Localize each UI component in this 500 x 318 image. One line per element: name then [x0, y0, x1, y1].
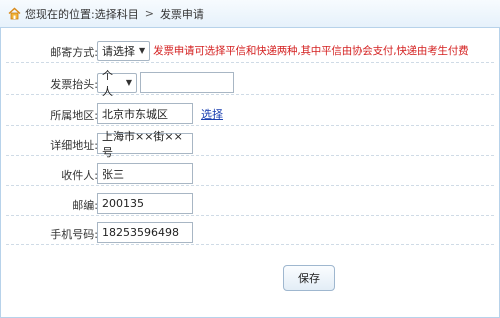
row-address: 详细地址: 上海市××街××号	[6, 130, 494, 159]
home-icon	[8, 7, 21, 20]
breadcrumb-location: 您现在的位置:选择科目	[25, 7, 139, 21]
invoice-title-selected: 个人	[102, 68, 113, 98]
invoice-title-input[interactable]	[140, 72, 234, 93]
mail-method-label: 邮寄方式:	[50, 46, 98, 59]
row-phone: 手机号码: 18253596498	[6, 220, 494, 245]
breadcrumb-separator: >	[144, 7, 154, 20]
recipient-input[interactable]: 张三	[97, 163, 193, 184]
phone-input[interactable]: 18253596498	[97, 222, 193, 243]
row-invoice-title: 发票抬头: 个人 ▼	[6, 69, 494, 98]
region-label: 所属地区:	[50, 109, 98, 122]
region-input[interactable]: 北京市东城区	[97, 103, 193, 124]
save-button[interactable]: 保存	[283, 265, 335, 291]
postcode-label: 邮编:	[72, 199, 98, 212]
chevron-down-icon: ▼	[125, 78, 132, 87]
mail-method-selected: 请选择	[102, 44, 135, 58]
mail-method-select[interactable]: 请选择 ▼	[97, 40, 151, 61]
chevron-down-icon: ▼	[139, 46, 146, 55]
invoice-title-label: 发票抬头:	[50, 78, 98, 91]
row-recipient: 收件人: 张三	[6, 161, 494, 186]
address-input[interactable]: 上海市××街××号	[97, 130, 193, 159]
recipient-label: 收件人:	[61, 169, 98, 182]
region-select-link[interactable]: 选择	[201, 106, 223, 122]
row-postcode: 邮编: 200135	[6, 191, 494, 216]
breadcrumb-current: 发票申请	[159, 7, 204, 21]
postcode-input[interactable]: 200135	[97, 193, 193, 214]
phone-label: 手机号码:	[50, 228, 98, 241]
mail-method-hint: 发票申请可选择平信和快递两种,其中平信由协会支付,快递由考生付费	[153, 45, 469, 57]
breadcrumb: 您现在的位置:选择科目 > 发票申请	[0, 0, 500, 28]
address-label: 详细地址:	[50, 139, 98, 152]
invoice-title-select[interactable]: 个人 ▼	[97, 69, 137, 98]
row-region: 所属地区: 北京市东城区 选择	[6, 101, 494, 126]
row-mail-method: 邮寄方式: 请选择 ▼ 发票申请可选择平信和快递两种,其中平信由协会支付,快递由…	[6, 38, 494, 63]
